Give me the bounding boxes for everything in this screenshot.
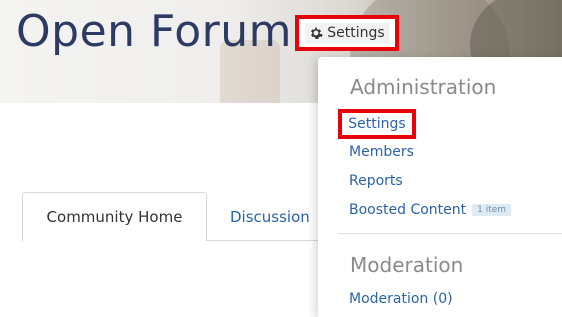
menu-item-label: Reports	[349, 173, 403, 189]
menu-item-label: Members	[349, 144, 414, 160]
menu-item-settings[interactable]: Settings	[338, 109, 416, 139]
menu-item-label: Settings	[348, 116, 406, 132]
tab-label: Community Home	[46, 208, 183, 226]
settings-dropdown-menu: Administration Settings Members Reports …	[318, 57, 562, 317]
settings-button-label: Settings	[327, 25, 385, 41]
menu-item-members[interactable]: Members	[349, 144, 414, 160]
tab-bar: Community Home Discussion	[22, 192, 347, 242]
page-title: Open Forum	[16, 6, 293, 57]
tab-label: Discussion	[230, 207, 310, 226]
menu-item-label: Boosted Content	[349, 202, 467, 218]
item-count-badge: 1 item	[472, 204, 512, 216]
menu-item-boosted-content[interactable]: Boosted Content 1 item	[349, 202, 512, 218]
administration-heading: Administration	[350, 75, 497, 99]
menu-item-reports[interactable]: Reports	[349, 173, 403, 189]
menu-divider	[338, 233, 562, 234]
moderation-heading: Moderation	[350, 253, 464, 277]
gear-icon	[311, 27, 324, 39]
tab-discussion[interactable]: Discussion	[230, 192, 310, 241]
tab-community-home[interactable]: Community Home	[22, 192, 207, 241]
settings-button[interactable]: Settings	[295, 15, 399, 51]
